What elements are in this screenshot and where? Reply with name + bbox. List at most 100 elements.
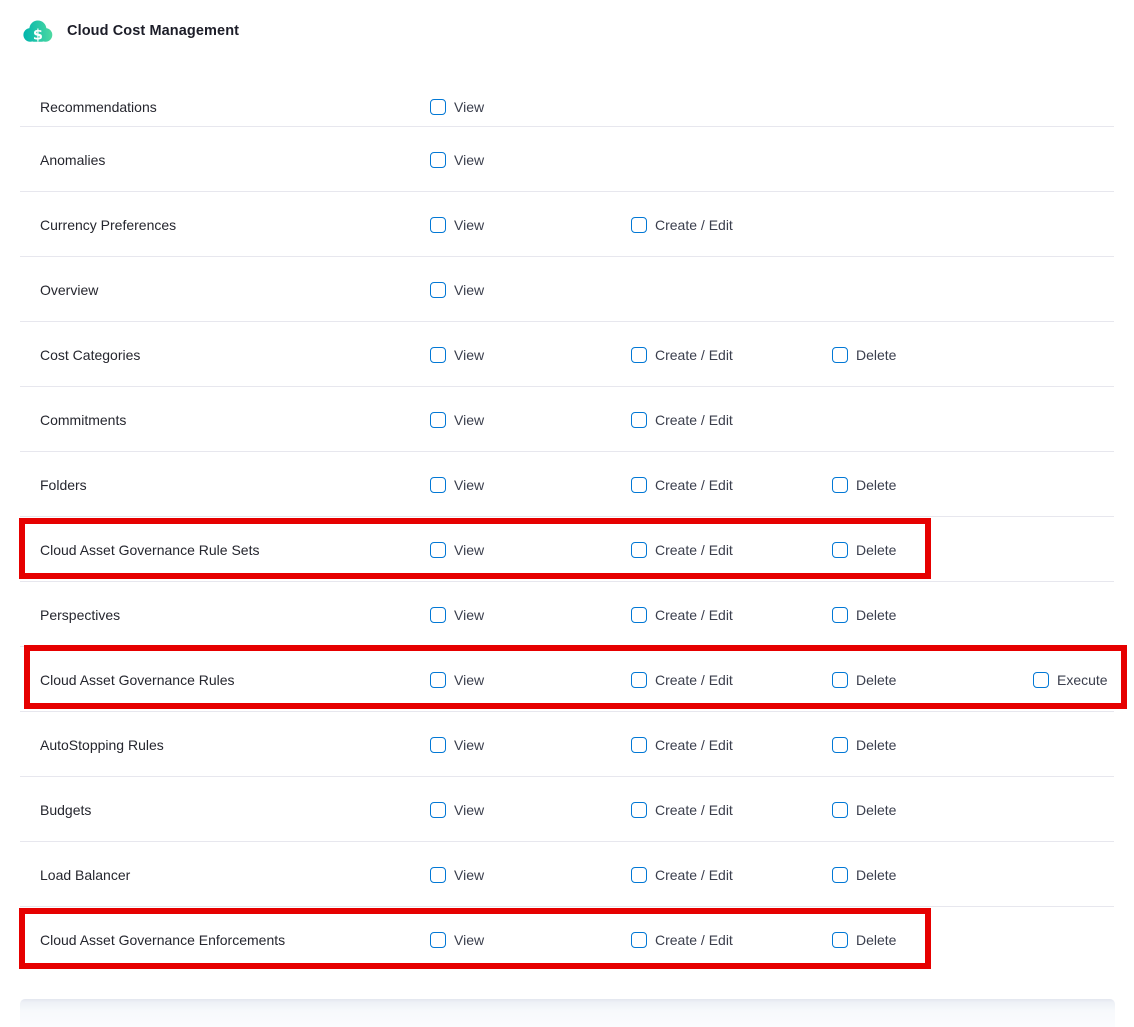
resource-label: Load Balancer: [40, 867, 430, 883]
create-edit-permission[interactable]: Create / Edit: [631, 542, 832, 558]
resource-label: Cloud Asset Governance Rules: [40, 672, 430, 688]
create-edit-permission[interactable]: Create / Edit: [631, 607, 832, 623]
delete-permission[interactable]: Delete: [832, 542, 1033, 558]
view-checkbox[interactable]: [430, 282, 446, 298]
permission-row: Commitments ViewCreate / Edit: [0, 387, 1134, 452]
create-edit-checkbox[interactable]: [631, 867, 647, 883]
create-edit-permission[interactable]: Create / Edit: [631, 672, 832, 688]
delete-checkbox[interactable]: [832, 347, 848, 363]
view-checkbox[interactable]: [430, 412, 446, 428]
create-edit-permission[interactable]: Create / Edit: [631, 347, 832, 363]
view-checkbox[interactable]: [430, 99, 446, 115]
create-edit-checkbox-label: Create / Edit: [655, 932, 733, 948]
create-edit-permission[interactable]: Create / Edit: [631, 217, 832, 233]
row-divider: [20, 516, 1114, 517]
resource-label: Cloud Asset Governance Rule Sets: [40, 542, 430, 558]
delete-permission[interactable]: Delete: [832, 802, 1033, 818]
create-edit-checkbox[interactable]: [631, 737, 647, 753]
view-checkbox[interactable]: [430, 802, 446, 818]
permission-row: Budgets ViewCreate / EditDelete: [0, 777, 1134, 842]
view-permission[interactable]: View: [430, 932, 631, 948]
row-divider: [20, 126, 1114, 127]
create-edit-permission[interactable]: Create / Edit: [631, 412, 832, 428]
view-permission[interactable]: View: [430, 477, 631, 493]
row-divider: [20, 386, 1114, 387]
delete-permission[interactable]: Delete: [832, 672, 1033, 688]
create-edit-checkbox[interactable]: [631, 607, 647, 623]
resource-label: Folders: [40, 477, 430, 493]
create-edit-checkbox-label: Create / Edit: [655, 672, 733, 688]
delete-permission[interactable]: Delete: [832, 932, 1033, 948]
create-edit-checkbox[interactable]: [631, 412, 647, 428]
create-edit-checkbox[interactable]: [631, 802, 647, 818]
delete-permission[interactable]: Delete: [832, 477, 1033, 493]
create-edit-permission[interactable]: Create / Edit: [631, 737, 832, 753]
view-checkbox[interactable]: [430, 477, 446, 493]
delete-checkbox-label: Delete: [856, 867, 896, 883]
delete-checkbox[interactable]: [832, 607, 848, 623]
delete-checkbox[interactable]: [832, 867, 848, 883]
view-permission[interactable]: View: [430, 412, 631, 428]
row-divider: [20, 841, 1114, 842]
create-edit-permission[interactable]: Create / Edit: [631, 867, 832, 883]
permission-row: Perspectives ViewCreate / EditDelete: [0, 582, 1134, 647]
permission-row: AutoStopping Rules ViewCreate / EditDele…: [0, 712, 1134, 777]
resource-label: Perspectives: [40, 607, 430, 623]
view-checkbox-label: View: [454, 99, 484, 115]
delete-permission[interactable]: Delete: [832, 737, 1033, 753]
delete-permission[interactable]: Delete: [832, 347, 1033, 363]
view-permission[interactable]: View: [430, 607, 631, 623]
execute-permission[interactable]: Execute: [1033, 672, 1134, 688]
view-checkbox[interactable]: [430, 152, 446, 168]
resource-label: Budgets: [40, 802, 430, 818]
view-permission[interactable]: View: [430, 672, 631, 688]
view-checkbox[interactable]: [430, 217, 446, 233]
view-permission[interactable]: View: [430, 347, 631, 363]
delete-checkbox[interactable]: [832, 542, 848, 558]
delete-checkbox[interactable]: [832, 737, 848, 753]
view-checkbox[interactable]: [430, 607, 446, 623]
view-checkbox[interactable]: [430, 672, 446, 688]
view-checkbox[interactable]: [430, 737, 446, 753]
create-edit-checkbox-label: Create / Edit: [655, 867, 733, 883]
view-permission[interactable]: View: [430, 802, 631, 818]
view-checkbox-label: View: [454, 412, 484, 428]
view-checkbox[interactable]: [430, 347, 446, 363]
cloud-dollar-icon: $: [20, 17, 54, 46]
view-checkbox-label: View: [454, 282, 484, 298]
create-edit-checkbox[interactable]: [631, 542, 647, 558]
dollar-glyph: $: [33, 27, 43, 43]
row-divider: [20, 321, 1114, 322]
execute-checkbox[interactable]: [1033, 672, 1049, 688]
delete-checkbox[interactable]: [832, 477, 848, 493]
next-section-band: [20, 999, 1115, 1027]
view-permission[interactable]: View: [430, 217, 631, 233]
create-edit-permission[interactable]: Create / Edit: [631, 802, 832, 818]
delete-checkbox[interactable]: [832, 672, 848, 688]
resource-label: Anomalies: [40, 152, 430, 168]
create-edit-checkbox[interactable]: [631, 477, 647, 493]
row-divider: [20, 776, 1114, 777]
view-permission[interactable]: View: [430, 867, 631, 883]
create-edit-checkbox[interactable]: [631, 347, 647, 363]
delete-permission[interactable]: Delete: [832, 867, 1033, 883]
resource-label: Cost Categories: [40, 347, 430, 363]
delete-permission[interactable]: Delete: [832, 607, 1033, 623]
create-edit-permission[interactable]: Create / Edit: [631, 477, 832, 493]
create-edit-permission[interactable]: Create / Edit: [631, 932, 832, 948]
delete-checkbox[interactable]: [832, 802, 848, 818]
create-edit-checkbox[interactable]: [631, 932, 647, 948]
view-checkbox[interactable]: [430, 542, 446, 558]
view-checkbox[interactable]: [430, 932, 446, 948]
delete-checkbox[interactable]: [832, 932, 848, 948]
view-permission[interactable]: View: [430, 282, 631, 298]
view-permission[interactable]: View: [430, 99, 631, 115]
create-edit-checkbox[interactable]: [631, 672, 647, 688]
view-permission[interactable]: View: [430, 542, 631, 558]
view-permission[interactable]: View: [430, 737, 631, 753]
view-permission[interactable]: View: [430, 152, 631, 168]
view-checkbox[interactable]: [430, 867, 446, 883]
permission-row: Load Balancer View Create / Edit Delete: [0, 842, 1134, 907]
create-edit-checkbox[interactable]: [631, 217, 647, 233]
delete-checkbox-label: Delete: [856, 347, 896, 363]
